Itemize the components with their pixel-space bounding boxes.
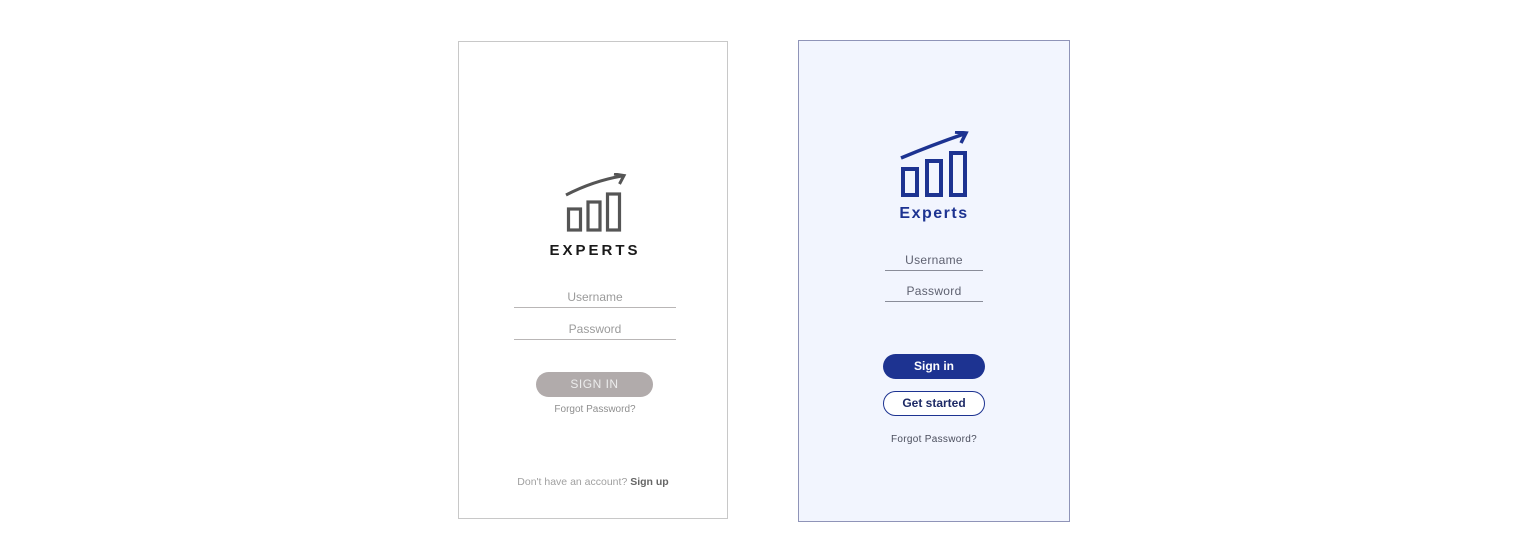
password-field[interactable]: Password bbox=[514, 319, 676, 340]
brand-name: Experts bbox=[899, 205, 969, 222]
sign-in-button[interactable]: SIGN IN bbox=[536, 372, 653, 397]
sign-in-button[interactable]: Sign in bbox=[883, 354, 985, 379]
mockup-canvas: EXPERTS Username Password SIGN IN Forgot… bbox=[0, 0, 1528, 558]
sign-up-link[interactable]: Sign up bbox=[630, 476, 669, 488]
growth-chart-icon bbox=[565, 173, 627, 232]
wireframe-login-screen: EXPERTS Username Password SIGN IN Forgot… bbox=[458, 41, 728, 519]
username-field[interactable]: Username bbox=[885, 251, 983, 271]
forgot-password-link[interactable]: Forgot Password? bbox=[459, 404, 727, 415]
username-field[interactable]: Username bbox=[514, 287, 676, 308]
signup-prompt: Don't have an account? Sign up bbox=[459, 476, 727, 488]
hifi-login-screen: Experts Username Password Sign in Get st… bbox=[798, 40, 1070, 522]
brand-name: EXPERTS bbox=[549, 242, 641, 259]
get-started-button[interactable]: Get started bbox=[883, 391, 985, 416]
password-field[interactable]: Password bbox=[885, 282, 983, 302]
no-account-text: Don't have an account? bbox=[517, 476, 628, 488]
growth-chart-icon bbox=[900, 131, 969, 197]
forgot-password-link[interactable]: Forgot Password? bbox=[799, 434, 1069, 445]
